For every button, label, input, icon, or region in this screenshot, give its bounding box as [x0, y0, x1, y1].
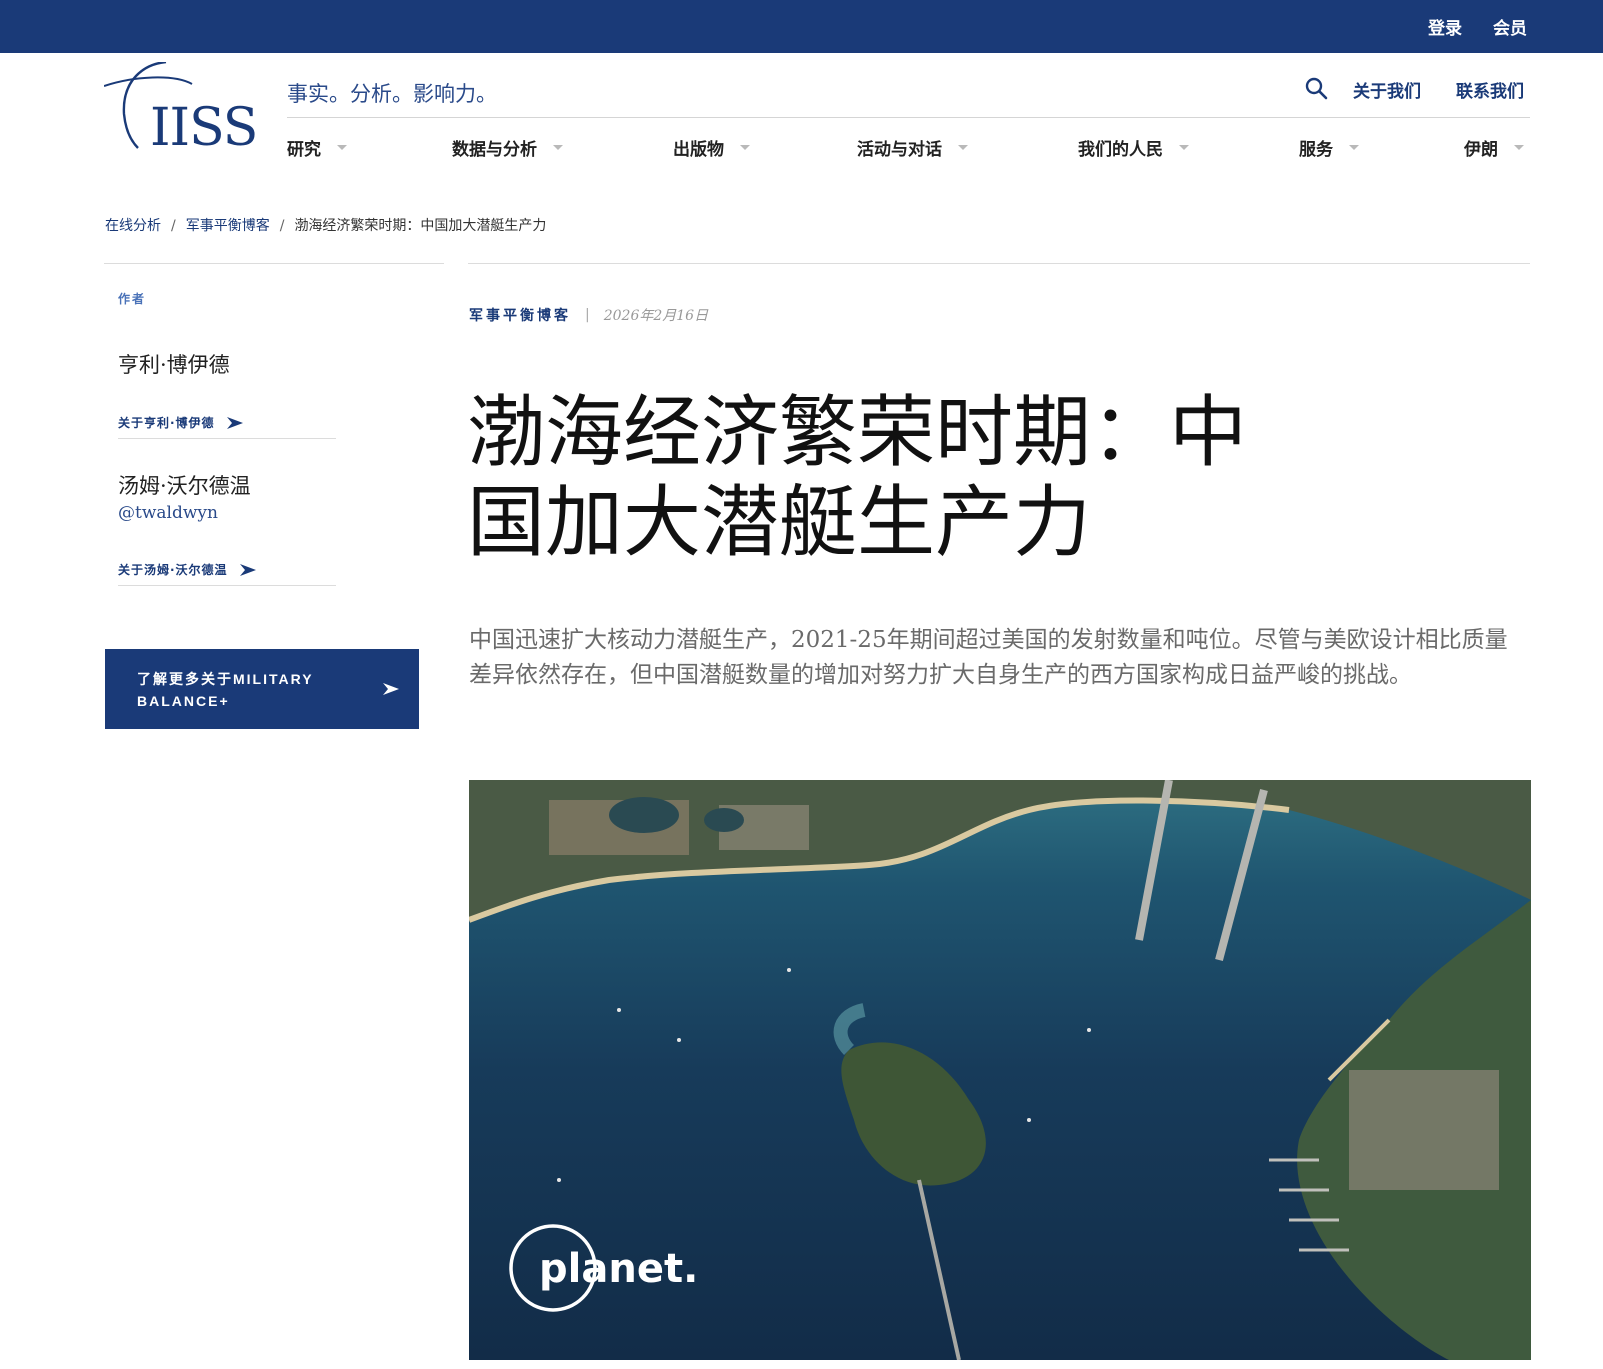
chevron-down-icon — [958, 145, 968, 150]
cta-label: 了解更多关于MILITARY BALANCE+ — [137, 671, 314, 709]
nav-label: 研究 — [287, 140, 321, 160]
breadcrumb-current: 渤海经济繁荣时期：中国加大潜艇生产力 — [294, 218, 547, 234]
breadcrumb-separator: / — [171, 218, 176, 234]
nav-label: 活动与对话 — [857, 140, 942, 160]
contact-us-link[interactable]: 联系我们 — [1456, 77, 1524, 102]
chevron-down-icon — [740, 145, 750, 150]
nav-label: 伊朗 — [1464, 140, 1498, 160]
top-utility-bar: 登录 会员 — [0, 0, 1603, 53]
article-divider — [468, 263, 1530, 264]
nav-research[interactable]: 研究 — [287, 135, 347, 160]
article-title: 渤海经济繁荣时期：中国加大潜艇生产力 — [467, 388, 1248, 568]
breadcrumb-item[interactable]: 军事平衡博客 — [186, 215, 270, 235]
planet-watermark: planet. — [539, 1246, 698, 1292]
nav-label: 出版物 — [673, 140, 724, 160]
nav-label: 我们的人民 — [1078, 140, 1163, 160]
article-meta: 军事平衡博客 | 2026年2月16日 — [469, 305, 708, 325]
author-name[interactable]: 亨利·博伊德 — [118, 349, 230, 379]
nav-publications[interactable]: 出版物 — [673, 135, 750, 160]
nav-label: 服务 — [1299, 140, 1333, 160]
author-about-label: 关于亨利·博伊德 — [118, 416, 215, 430]
chevron-down-icon — [553, 145, 563, 150]
author-twitter-handle[interactable]: @twaldwyn — [118, 503, 218, 523]
nav-services[interactable]: 服务 — [1299, 135, 1359, 160]
about-us-link[interactable]: 关于我们 — [1353, 77, 1421, 102]
chevron-down-icon — [1179, 145, 1189, 150]
logo-wordmark: IISS — [150, 98, 258, 158]
membership-link[interactable]: 会员 — [1493, 14, 1527, 39]
breadcrumb-separator: / — [279, 218, 285, 234]
author-divider — [118, 585, 336, 586]
author-about-link[interactable]: 关于汤姆·沃尔德温 — [118, 561, 256, 578]
author-about-label: 关于汤姆·沃尔德温 — [118, 563, 228, 577]
breadcrumb-item[interactable]: 在线分析 — [105, 215, 161, 235]
login-link[interactable]: 登录 — [1428, 14, 1462, 39]
chevron-down-icon — [337, 145, 347, 150]
arrow-right-icon — [383, 683, 399, 695]
nav-data-analysis[interactable]: 数据与分析 — [452, 135, 563, 160]
nav-iran[interactable]: 伊朗 — [1464, 135, 1524, 160]
site-tagline: 事实。分析。影响力。 — [287, 82, 497, 106]
authors-heading: 作者 — [118, 292, 147, 306]
nav-people[interactable]: 我们的人民 — [1078, 135, 1189, 160]
author-name[interactable]: 汤姆·沃尔德温 — [118, 470, 251, 500]
hero-satellite-image: planet. — [469, 780, 1531, 1360]
nav-divider — [287, 117, 1530, 118]
meta-separator: | — [585, 307, 590, 323]
search-icon[interactable] — [1304, 76, 1328, 100]
author-divider — [118, 438, 336, 439]
author-about-link[interactable]: 关于亨利·博伊德 — [118, 414, 243, 431]
satellite-illustration: planet. — [469, 780, 1531, 1360]
military-balance-cta-button[interactable]: 了解更多关于MILITARY BALANCE+ — [105, 649, 419, 729]
chevron-down-icon — [1514, 145, 1524, 150]
article-date: 2026年2月16日 — [603, 308, 709, 324]
arrow-right-icon — [226, 416, 243, 429]
chevron-down-icon — [1349, 145, 1359, 150]
sidebar-divider — [104, 263, 444, 264]
article-lead: 中国迅速扩大核动力潜艇生产，2021-25年期间超过美国的发射数量和吨位。尽管与… — [469, 627, 1508, 688]
arrow-right-icon — [239, 563, 256, 576]
nav-events[interactable]: 活动与对话 — [857, 135, 968, 160]
nav-label: 数据与分析 — [452, 140, 537, 160]
article-category[interactable]: 军事平衡博客 — [469, 305, 571, 325]
breadcrumb: 在线分析 / 军事平衡博客 / 渤海经济繁荣时期：中国加大潜艇生产力 — [105, 215, 546, 235]
